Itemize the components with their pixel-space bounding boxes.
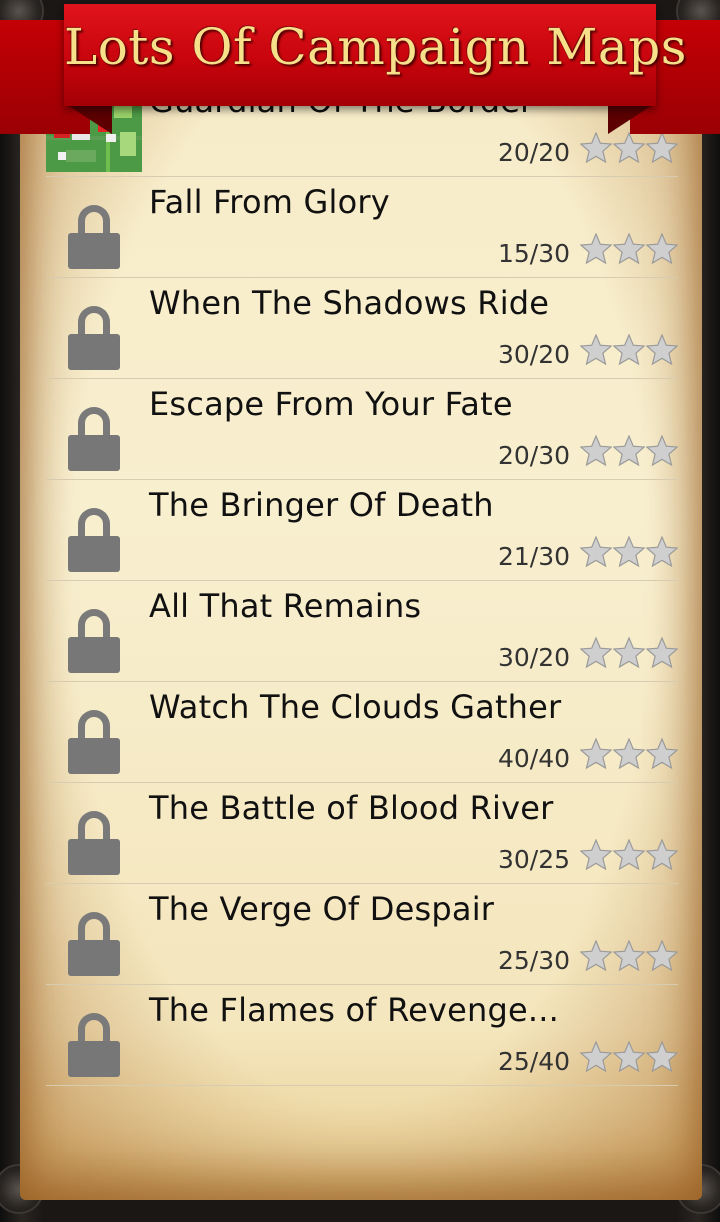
campaign-title: The Battle of Blood River: [149, 789, 554, 827]
banner-ribbon-fold: [66, 104, 112, 134]
star-icon: [646, 1041, 678, 1073]
campaign-score: 25/40: [497, 1047, 570, 1076]
star-rating: [580, 233, 678, 269]
campaign-row[interactable]: When The Shadows Ride 30/20: [46, 278, 678, 379]
star-icon: [580, 536, 612, 568]
star-icon: [613, 334, 645, 366]
star-rating: [580, 536, 678, 572]
campaign-title: Watch The Clouds Gather: [149, 688, 562, 726]
title-banner: Lots Of Campaign Maps: [64, 4, 687, 106]
star-icon: [646, 839, 678, 871]
star-rating: [580, 334, 678, 370]
campaign-row[interactable]: All That Remains 30/20: [46, 581, 678, 682]
campaign-title: All That Remains: [149, 587, 422, 625]
star-icon: [580, 637, 612, 669]
campaign-row[interactable]: The Verge Of Despair 25/30: [46, 884, 678, 985]
star-icon: [646, 435, 678, 467]
star-icon: [580, 738, 612, 770]
star-icon: [580, 334, 612, 366]
campaign-row[interactable]: Watch The Clouds Gather 40/40: [46, 682, 678, 783]
campaign-title: When The Shadows Ride: [149, 284, 550, 322]
campaign-row[interactable]: Fall From Glory 15/30: [46, 177, 678, 278]
campaign-row[interactable]: Escape From Your Fate 20/30: [46, 379, 678, 480]
star-icon: [580, 435, 612, 467]
campaign-title: The Bringer Of Death: [149, 486, 494, 524]
campaign-score: 15/30: [497, 239, 570, 268]
page-title: Lots Of Campaign Maps: [64, 18, 687, 76]
campaign-row[interactable]: The Bringer Of Death 21/30: [46, 480, 678, 581]
star-icon: [613, 1041, 645, 1073]
campaign-score: 30/25: [497, 845, 570, 874]
campaign-score: 20/20: [497, 138, 570, 167]
star-icon: [646, 940, 678, 972]
star-rating: [580, 940, 678, 976]
star-icon: [580, 1041, 612, 1073]
star-rating: [580, 738, 678, 774]
lock-icon: [68, 1013, 120, 1077]
star-rating: [580, 435, 678, 471]
campaign-score: 30/20: [497, 643, 570, 672]
lock-icon: [68, 508, 120, 572]
lock-icon: [68, 811, 120, 875]
star-icon: [646, 536, 678, 568]
lock-icon: [68, 912, 120, 976]
star-rating: [580, 1041, 678, 1077]
star-icon: [646, 738, 678, 770]
campaign-score: 21/30: [497, 542, 570, 571]
campaign-score: 25/30: [497, 946, 570, 975]
lock-icon: [68, 710, 120, 774]
campaign-title: Fall From Glory: [149, 183, 390, 221]
star-icon: [580, 233, 612, 265]
banner-ribbon-fold: [608, 104, 654, 134]
campaign-score: 20/30: [497, 441, 570, 470]
campaign-title: The Flames of Revenge...: [149, 991, 560, 1029]
lock-icon: [68, 306, 120, 370]
campaign-list[interactable]: Guardian Of The Border 20/20 Fall From G…: [46, 82, 678, 1086]
star-icon: [646, 233, 678, 265]
star-icon: [613, 940, 645, 972]
star-icon: [613, 435, 645, 467]
lock-icon: [68, 205, 120, 269]
lock-icon: [68, 407, 120, 471]
star-icon: [646, 637, 678, 669]
campaign-row[interactable]: The Battle of Blood River 30/25: [46, 783, 678, 884]
campaign-score: 40/40: [497, 744, 570, 773]
star-icon: [646, 334, 678, 366]
star-icon: [613, 132, 645, 164]
star-icon: [580, 839, 612, 871]
campaign-row[interactable]: The Flames of Revenge... 25/40: [46, 985, 678, 1086]
campaign-title: The Verge Of Despair: [149, 890, 495, 928]
star-icon: [613, 233, 645, 265]
campaign-title: Escape From Your Fate: [149, 385, 513, 423]
star-icon: [580, 940, 612, 972]
star-icon: [613, 536, 645, 568]
star-icon: [613, 637, 645, 669]
campaign-score: 30/20: [497, 340, 570, 369]
star-icon: [580, 132, 612, 164]
star-rating: [580, 637, 678, 673]
lock-icon: [68, 609, 120, 673]
star-icon: [613, 839, 645, 871]
star-rating: [580, 132, 678, 168]
star-icon: [646, 132, 678, 164]
star-icon: [613, 738, 645, 770]
star-rating: [580, 839, 678, 875]
